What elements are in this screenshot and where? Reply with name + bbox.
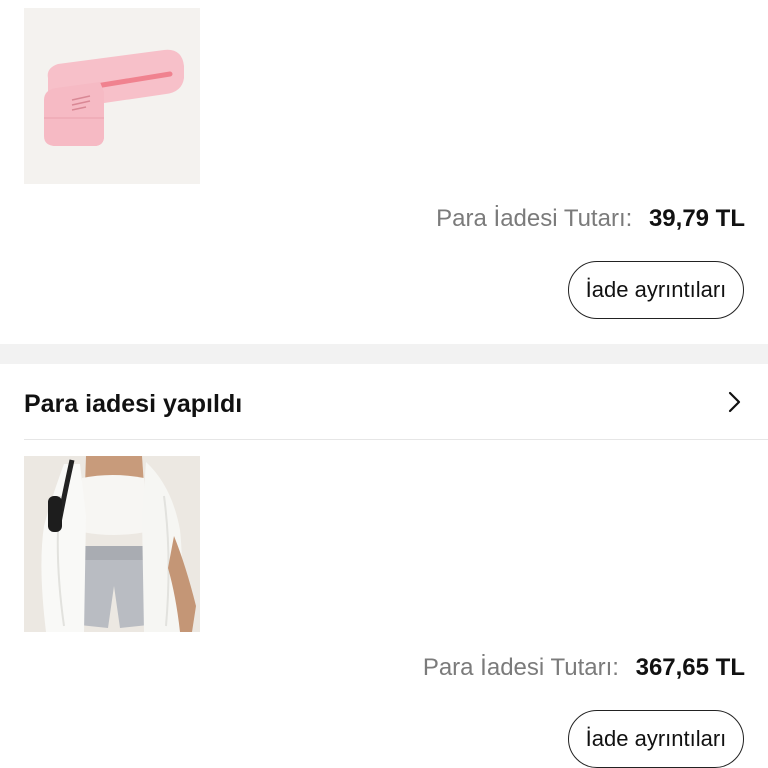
refund-details-button[interactable]: İade ayrıntıları bbox=[568, 261, 744, 319]
refund-status-title: Para iadesi yapıldı bbox=[24, 390, 243, 418]
refund-list-page: Para İadesi Tutarı: 39,79 TL İade ayrınt… bbox=[0, 0, 768, 768]
refund-status-header[interactable]: Para iadesi yapıldı bbox=[0, 364, 768, 440]
refund-amount-label: Para İadesi Tutarı: bbox=[436, 205, 633, 232]
chevron-right-icon[interactable] bbox=[722, 390, 746, 414]
refund-amount-value: 39,79 TL bbox=[648, 205, 745, 232]
refund-amount-row: Para İadesi Tutarı: 39,79 TL bbox=[436, 205, 745, 233]
refund-amount-label: Para İadesi Tutarı: bbox=[422, 654, 619, 681]
refund-amount-row: Para İadesi Tutarı: 367,65 TL bbox=[423, 654, 745, 682]
refund-details-button[interactable]: İade ayrıntıları bbox=[568, 710, 744, 768]
section-divider bbox=[0, 344, 768, 364]
white-shirt-outfit-illustration bbox=[24, 456, 200, 632]
product-image-bag-sealer[interactable] bbox=[24, 8, 200, 184]
product-image-white-shirt[interactable] bbox=[24, 456, 200, 632]
refund-amount-value: 367,65 TL bbox=[635, 654, 745, 681]
bag-sealer-illustration bbox=[24, 8, 200, 184]
header-divider bbox=[24, 439, 768, 440]
